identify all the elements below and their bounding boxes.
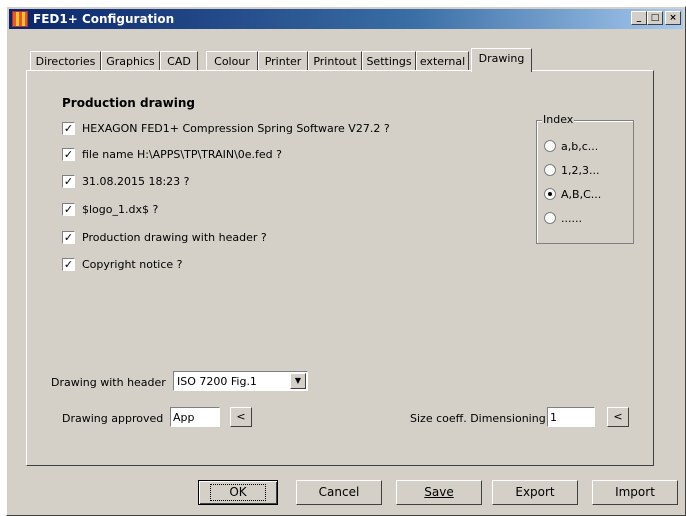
radio-button[interactable] bbox=[544, 212, 556, 224]
radio-label: ...... bbox=[561, 212, 582, 225]
checkbox[interactable]: ✓ bbox=[62, 203, 75, 216]
radio-label: 1,2,3... bbox=[561, 164, 600, 177]
title-bar[interactable]: FED1+ Configuration _ □ × bbox=[9, 9, 683, 29]
maximize-button[interactable]: □ bbox=[647, 11, 663, 25]
tab-external[interactable]: external bbox=[416, 51, 469, 71]
header-select-label: Drawing with header bbox=[51, 376, 166, 389]
header-select[interactable]: ISO 7200 Fig.1 ▼ bbox=[173, 371, 308, 391]
checkbox-label: Production drawing with header ? bbox=[82, 231, 267, 244]
tab-drawing[interactable]: Drawing bbox=[471, 48, 532, 72]
section-title: Production drawing bbox=[62, 96, 195, 110]
ok-button-label: OK bbox=[210, 484, 266, 501]
size-coeff-label: Size coeff. Dimensioning bbox=[410, 412, 546, 425]
cancel-button[interactable]: Cancel bbox=[296, 480, 382, 505]
checkbox[interactable]: ✓ bbox=[62, 148, 75, 161]
size-coeff-pick-button[interactable]: < bbox=[607, 407, 629, 427]
approved-pick-button[interactable]: < bbox=[230, 407, 252, 427]
radio-dot bbox=[548, 192, 552, 196]
tab-printer[interactable]: Printer bbox=[258, 51, 308, 71]
close-button[interactable]: × bbox=[665, 11, 681, 25]
size-coeff-input[interactable]: 1 bbox=[547, 407, 595, 427]
approved-label: Drawing approved bbox=[62, 412, 164, 425]
radio-button[interactable] bbox=[544, 164, 556, 176]
index-group-title: Index bbox=[542, 113, 575, 126]
save-button[interactable]: Save bbox=[396, 480, 482, 505]
export-button[interactable]: Export bbox=[492, 480, 578, 505]
app-icon bbox=[12, 11, 28, 27]
checkbox[interactable]: ✓ bbox=[62, 175, 75, 188]
radio-button[interactable] bbox=[544, 188, 556, 200]
index-group bbox=[536, 120, 634, 244]
tab-directories[interactable]: Directories bbox=[30, 51, 101, 71]
radio-label: a,b,c... bbox=[561, 140, 599, 153]
checkbox[interactable]: ✓ bbox=[62, 258, 75, 271]
minimize-button[interactable]: _ bbox=[631, 11, 647, 25]
ok-button[interactable]: OK bbox=[198, 480, 278, 505]
tab-cad[interactable]: CAD bbox=[160, 51, 198, 71]
tab-graphics[interactable]: Graphics bbox=[101, 51, 160, 71]
checkbox-label: Copyright notice ? bbox=[82, 258, 183, 271]
save-button-label: Save bbox=[424, 485, 454, 499]
checkbox-label: 31.08.2015 18:23 ? bbox=[82, 175, 190, 188]
checkbox-label: HEXAGON FED1+ Compression Spring Softwar… bbox=[82, 122, 390, 135]
tab-settings[interactable]: Settings bbox=[362, 51, 416, 71]
checkbox[interactable]: ✓ bbox=[62, 231, 75, 244]
import-button[interactable]: Import bbox=[592, 480, 678, 505]
window-title: FED1+ Configuration bbox=[33, 12, 175, 26]
checkbox[interactable]: ✓ bbox=[62, 122, 75, 135]
radio-label: A,B,C... bbox=[561, 188, 602, 201]
checkbox-label: file name H:\APPS\TP\TRAIN\0e.fed ? bbox=[82, 148, 283, 161]
chevron-down-icon[interactable]: ▼ bbox=[290, 373, 306, 389]
radio-button[interactable] bbox=[544, 140, 556, 152]
header-select-value: ISO 7200 Fig.1 bbox=[177, 375, 257, 388]
approved-input[interactable]: App bbox=[170, 407, 220, 427]
checkbox-label: $logo_1.dx$ ? bbox=[82, 203, 159, 216]
tab-printout[interactable]: Printout bbox=[308, 51, 362, 71]
tab-colour[interactable]: Colour bbox=[206, 51, 258, 71]
